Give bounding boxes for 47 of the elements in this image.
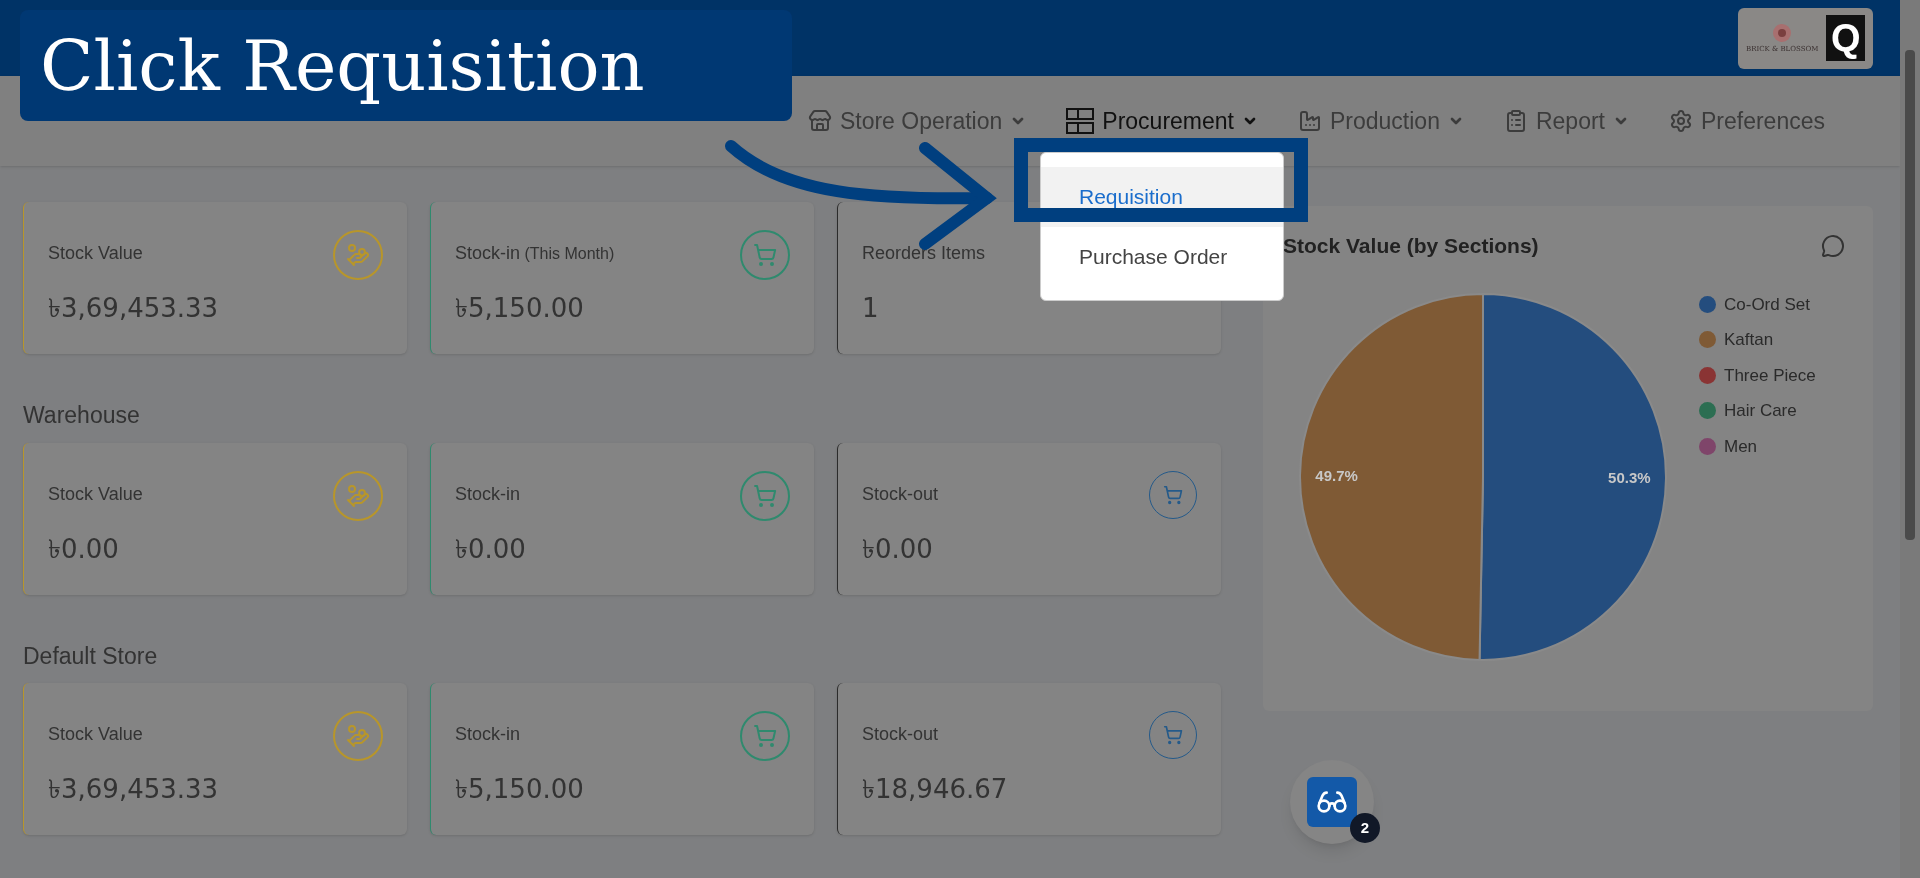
nav-menu-item[interactable]: Production [1297, 103, 1464, 139]
factory-icon [1297, 109, 1322, 133]
legend-label: Kaftan [1724, 329, 1774, 351]
stat-label: Stock Value [48, 723, 144, 746]
stat-value: ৳18,946.67 [862, 773, 1008, 806]
stat-value: ৳0.00 [455, 532, 526, 566]
legend-label: Co-Ord Set [1724, 293, 1810, 316]
stat-value: ৳0.00 [862, 532, 934, 566]
slice-label: 49.7% [1315, 466, 1358, 484]
nav-menu-item[interactable]: Procurement [1066, 103, 1258, 139]
slice-label: 50.3% [1608, 468, 1651, 486]
legend-label: Hair Care [1724, 400, 1797, 422]
stat-label: Stock Value [48, 482, 143, 506]
hand-coins-icon [333, 470, 383, 521]
stat-label: Stock-in [455, 723, 522, 746]
hand-coins-icon [333, 711, 383, 761]
stat-value: 1 [862, 292, 880, 325]
dropdown-item[interactable]: Purchase Order [1041, 226, 1283, 286]
cart-icon [740, 711, 790, 761]
nav-menu-item[interactable]: Preferences [1669, 103, 1825, 139]
stat-label: Stock-out [862, 482, 939, 506]
server-icon [1066, 108, 1095, 134]
section-heading: Warehouse [23, 401, 141, 430]
nav-menu-item[interactable]: Report [1503, 103, 1629, 139]
cart-icon [740, 230, 790, 280]
stat-value: ৳3,69,453.33 [48, 773, 219, 806]
chart-title: Stock Value (by Sections) [1283, 233, 1539, 259]
stat-label: Reorders Items [862, 242, 986, 265]
cart-icon [740, 470, 790, 521]
stat-label: Stock Value [48, 242, 144, 265]
notification-badge: 2 [1350, 813, 1380, 843]
stat-label: Stock-in (This Month) [455, 242, 615, 265]
settings-icon [1669, 109, 1693, 133]
scrollbar[interactable] [1900, 0, 1920, 878]
stat-value: ৳5,150.00 [455, 773, 584, 806]
stat-value: ৳5,150.00 [455, 292, 585, 325]
stat-label: Stock-out [862, 723, 940, 746]
hand-coins-icon [333, 230, 383, 280]
legend-label: Three Piece [1724, 364, 1816, 387]
section-heading: Default Store [23, 641, 159, 671]
nav-menu-item[interactable]: Store Operation [807, 103, 1027, 139]
legend-label: Men [1724, 435, 1758, 458]
logo-letter: Q [1826, 15, 1865, 61]
stat-value: ৳0.00 [48, 532, 120, 566]
store-icon [807, 109, 832, 133]
stat-value: ৳3,69,453.33 [48, 292, 219, 325]
stat-label: Stock-in [455, 482, 522, 506]
